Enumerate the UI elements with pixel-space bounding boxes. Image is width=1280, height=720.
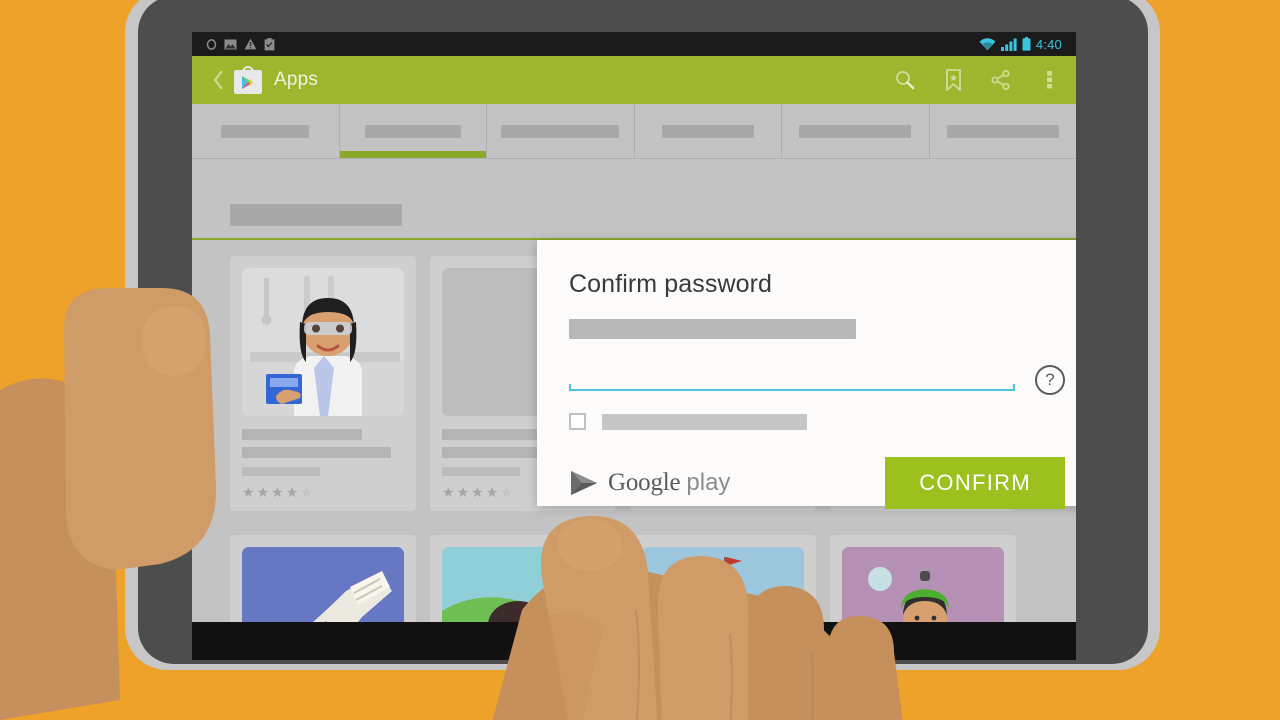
help-glyph: ? — [1045, 370, 1055, 389]
dialog-title: Confirm password — [569, 270, 773, 298]
status-left-icons — [206, 37, 275, 51]
clipboard-icon — [264, 37, 275, 50]
warning-icon — [244, 38, 257, 50]
dialog-subtitle-placeholder — [569, 319, 856, 339]
status-right-icons: 4:40 — [979, 37, 1062, 52]
scene: 4:40 Apps ★ ★ ★ ★ ★ ★ ★ ★ ★ ★ Confirm pa… — [0, 0, 1280, 720]
tab-item-3[interactable] — [635, 104, 782, 158]
image-icon — [224, 39, 237, 49]
toolbar-actions — [894, 68, 1060, 92]
overflow-menu-icon[interactable] — [1038, 68, 1060, 92]
tab-item-5[interactable] — [930, 104, 1077, 158]
search-icon[interactable] — [894, 68, 916, 92]
tab-active-indicator — [339, 151, 486, 158]
android-status-bar: 4:40 — [192, 32, 1076, 56]
ring-notification-icon — [206, 38, 217, 50]
wifi-icon — [979, 37, 996, 50]
left-hand-holding-tablet — [0, 288, 217, 720]
app-toolbar: Apps — [192, 56, 1076, 104]
tab-strip — [192, 104, 1076, 158]
toolbar-title: Apps — [274, 69, 319, 90]
tab-item-1[interactable] — [339, 104, 487, 158]
google-play-bag-icon[interactable] — [234, 66, 262, 94]
tab-strip-divider — [192, 158, 1076, 159]
share-icon[interactable] — [990, 68, 1012, 92]
tab-item-2[interactable] — [487, 104, 635, 158]
password-input[interactable] — [569, 365, 1015, 391]
bookmark-icon[interactable] — [942, 68, 964, 92]
right-hand-tapping — [492, 515, 903, 720]
battery-icon — [1022, 37, 1031, 51]
back-chevron-icon[interactable] — [208, 65, 228, 95]
status-clock: 4:40 — [1035, 36, 1062, 52]
tab-item-4[interactable] — [782, 104, 930, 158]
signal-bars-icon — [1000, 38, 1017, 51]
help-icon[interactable]: ? — [1035, 365, 1065, 395]
password-field-row: ? — [569, 365, 1065, 395]
